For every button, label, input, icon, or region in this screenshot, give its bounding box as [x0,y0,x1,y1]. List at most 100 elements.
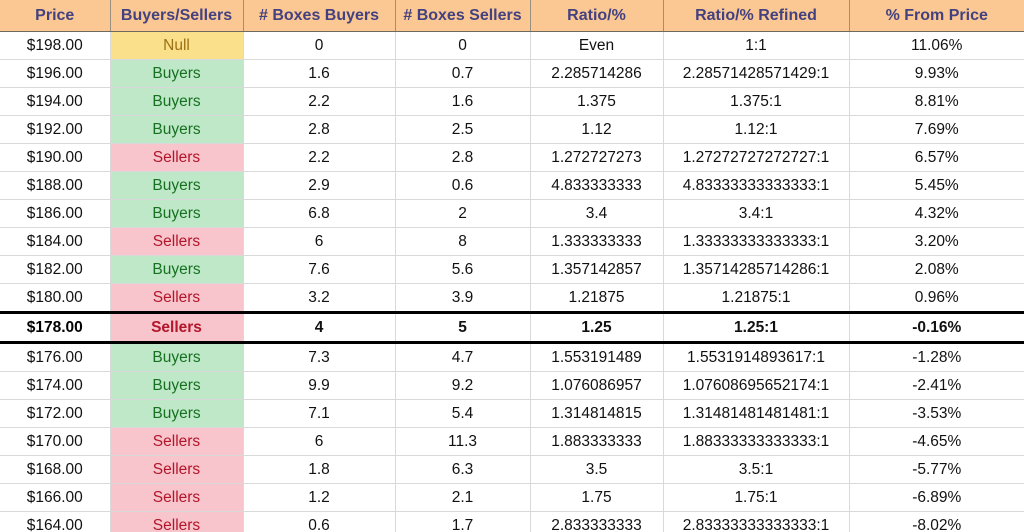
cell-boxes-buyers[interactable]: 6.8 [243,199,396,228]
cell-pct-from-price[interactable]: 0.96% [849,283,1024,313]
cell-boxes-sellers[interactable]: 1.6 [395,87,531,116]
cell-ratio-pct[interactable]: 1.12 [530,115,664,144]
cell-pct-from-price[interactable]: 8.81% [849,87,1024,116]
table-row[interactable]: $184.00 Sellers 6 8 1.333333333 1.33333333333… [0,227,1024,256]
cell-boxes-sellers[interactable]: 0 [395,31,531,60]
table-row[interactable]: $198.00 Null 0 0 Even 1:1 11.06% [0,31,1024,60]
column-header-boxes-buyers[interactable]: # Boxes Buyers [243,0,396,32]
table-row[interactable]: $182.00 Buyers 7.6 5.6 1.357142857 1.35714285… [0,255,1024,284]
cell-ratio-pct-refined[interactable]: 2.28571428571429:1 [663,59,850,88]
cell-ratio-pct[interactable]: 1.25 [530,311,664,344]
cell-price[interactable]: $190.00 [0,143,111,172]
cell-price[interactable]: $170.00 [0,427,111,456]
cell-boxes-sellers[interactable]: 5.4 [395,399,531,428]
column-header-pct-from-price[interactable]: % From Price [849,0,1024,32]
cell-buyers-sellers[interactable]: Sellers [110,283,244,313]
cell-ratio-pct-refined[interactable]: 1.33333333333333:1 [663,227,850,256]
cell-boxes-buyers[interactable]: 0.6 [243,511,396,532]
cell-price[interactable]: $188.00 [0,171,111,200]
cell-pct-from-price[interactable]: -3.53% [849,399,1024,428]
cell-ratio-pct-refined[interactable]: 3.5:1 [663,455,850,484]
cell-ratio-pct[interactable]: 1.357142857 [530,255,664,284]
cell-boxes-buyers[interactable]: 6 [243,427,396,456]
table-row[interactable]: $180.00 Sellers 3.2 3.9 1.21875 1.21875:1 0.96… [0,283,1024,313]
cell-price[interactable]: $166.00 [0,483,111,512]
cell-pct-from-price[interactable]: -5.77% [849,455,1024,484]
cell-ratio-pct-refined[interactable]: 1.75:1 [663,483,850,512]
cell-ratio-pct-refined[interactable]: 1.12:1 [663,115,850,144]
cell-boxes-buyers[interactable]: 2.2 [243,143,396,172]
cell-price[interactable]: $172.00 [0,399,111,428]
cell-price[interactable]: $174.00 [0,371,111,400]
cell-buyers-sellers[interactable]: Buyers [110,59,244,88]
cell-boxes-buyers[interactable]: 9.9 [243,371,396,400]
cell-ratio-pct-refined[interactable]: 3.4:1 [663,199,850,228]
cell-ratio-pct[interactable]: 2.833333333 [530,511,664,532]
column-header-price[interactable]: Price [0,0,111,32]
cell-pct-from-price[interactable]: -2.41% [849,371,1024,400]
cell-pct-from-price[interactable]: 4.32% [849,199,1024,228]
cell-price[interactable]: $192.00 [0,115,111,144]
cell-price[interactable]: $198.00 [0,31,111,60]
cell-buyers-sellers[interactable]: Buyers [110,399,244,428]
cell-boxes-buyers[interactable]: 0 [243,31,396,60]
cell-pct-from-price[interactable]: 11.06% [849,31,1024,60]
cell-pct-from-price[interactable]: 9.93% [849,59,1024,88]
cell-pct-from-price[interactable]: -6.89% [849,483,1024,512]
cell-ratio-pct-refined[interactable]: 1.88333333333333:1 [663,427,850,456]
cell-buyers-sellers[interactable]: Sellers [110,427,244,456]
cell-buyers-sellers[interactable]: Sellers [110,311,244,344]
cell-ratio-pct-refined[interactable]: 4.83333333333333:1 [663,171,850,200]
cell-pct-from-price[interactable]: 7.69% [849,115,1024,144]
cell-boxes-sellers[interactable]: 11.3 [395,427,531,456]
cell-boxes-buyers[interactable]: 2.2 [243,87,396,116]
cell-boxes-buyers[interactable]: 1.8 [243,455,396,484]
cell-pct-from-price[interactable]: 6.57% [849,143,1024,172]
cell-ratio-pct[interactable]: 1.375 [530,87,664,116]
cell-price[interactable]: $194.00 [0,87,111,116]
cell-price[interactable]: $182.00 [0,255,111,284]
table-row[interactable]: $186.00 Buyers 6.8 2 3.4 3.4:1 4.32% [0,199,1024,228]
cell-boxes-buyers[interactable]: 1.2 [243,483,396,512]
cell-buyers-sellers[interactable]: Buyers [110,199,244,228]
cell-ratio-pct[interactable]: 4.833333333 [530,171,664,200]
table-row[interactable]: $174.00 Buyers 9.9 9.2 1.076086957 1.07608695… [0,371,1024,400]
cell-boxes-buyers[interactable]: 2.9 [243,171,396,200]
cell-price[interactable]: $184.00 [0,227,111,256]
cell-buyers-sellers[interactable]: Sellers [110,143,244,172]
cell-boxes-sellers[interactable]: 2 [395,199,531,228]
cell-buyers-sellers[interactable]: Buyers [110,342,244,372]
cell-pct-from-price[interactable]: -0.16% [849,311,1024,344]
cell-ratio-pct-refined[interactable]: 1.07608695652174:1 [663,371,850,400]
cell-ratio-pct[interactable]: 1.076086957 [530,371,664,400]
column-header-boxes-sellers[interactable]: # Boxes Sellers [395,0,531,32]
cell-price[interactable]: $176.00 [0,342,111,372]
table-row[interactable]: $178.00 Sellers 4 5 1.25 1.25:1 -0.16% [0,311,1024,344]
table-row[interactable]: $190.00 Sellers 2.2 2.8 1.272727273 1.2727272… [0,143,1024,172]
cell-price[interactable]: $164.00 [0,511,111,532]
table-row[interactable]: $170.00 Sellers 6 11.3 1.883333333 1.88333333… [0,427,1024,456]
cell-price[interactable]: $180.00 [0,283,111,313]
table-row[interactable]: $172.00 Buyers 7.1 5.4 1.314814815 1.31481481… [0,399,1024,428]
cell-boxes-buyers[interactable]: 6 [243,227,396,256]
cell-ratio-pct-refined[interactable]: 1.35714285714286:1 [663,255,850,284]
cell-boxes-sellers[interactable]: 0.7 [395,59,531,88]
cell-buyers-sellers[interactable]: Buyers [110,371,244,400]
cell-price[interactable]: $186.00 [0,199,111,228]
cell-boxes-sellers[interactable]: 6.3 [395,455,531,484]
cell-ratio-pct[interactable]: 1.553191489 [530,342,664,372]
column-header-ratio-pct[interactable]: Ratio/% [530,0,664,32]
cell-ratio-pct[interactable]: Even [530,31,664,60]
cell-boxes-buyers[interactable]: 2.8 [243,115,396,144]
cell-buyers-sellers[interactable]: Buyers [110,171,244,200]
cell-ratio-pct-refined[interactable]: 1:1 [663,31,850,60]
cell-ratio-pct[interactable]: 1.883333333 [530,427,664,456]
column-header-ratio-pct-refined[interactable]: Ratio/% Refined [663,0,850,32]
cell-boxes-sellers[interactable]: 0.6 [395,171,531,200]
cell-ratio-pct-refined[interactable]: 1.21875:1 [663,283,850,313]
cell-price[interactable]: $196.00 [0,59,111,88]
table-row[interactable]: $196.00 Buyers 1.6 0.7 2.285714286 2.28571428… [0,59,1024,88]
table-row[interactable]: $188.00 Buyers 2.9 0.6 4.833333333 4.83333333… [0,171,1024,200]
cell-ratio-pct-refined[interactable]: 1.25:1 [663,311,850,344]
cell-boxes-buyers[interactable]: 7.6 [243,255,396,284]
